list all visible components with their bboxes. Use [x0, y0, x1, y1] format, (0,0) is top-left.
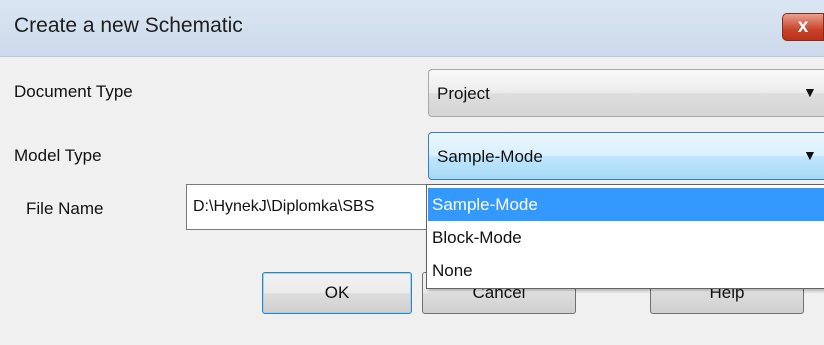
close-button[interactable]: x [782, 13, 824, 41]
option-sample-mode[interactable]: Sample-Mode [428, 188, 824, 221]
close-icon: x [797, 16, 809, 37]
model-type-value: Sample-Mode [437, 147, 543, 166]
file-name-input[interactable] [186, 184, 430, 230]
document-type-select[interactable]: Project ▼ [428, 69, 824, 117]
dialog-title: Create a new Schematic [14, 14, 243, 37]
model-type-select[interactable]: Sample-Mode ▼ [428, 132, 824, 180]
file-name-label: File Name [26, 199, 104, 218]
option-block-mode[interactable]: Block-Mode [428, 221, 824, 254]
ok-button[interactable]: OK [262, 272, 412, 314]
chevron-down-icon: ▼ [803, 84, 817, 100]
document-type-value: Project [437, 84, 490, 103]
document-type-label: Document Type [14, 82, 133, 101]
model-type-dropdown-list: Sample-Mode Block-Mode None [426, 184, 824, 289]
title-bar: Create a new Schematic x [0, 0, 824, 57]
option-none[interactable]: None [428, 254, 824, 287]
ok-button-label: OK [324, 283, 350, 302]
model-type-label: Model Type [14, 146, 102, 165]
chevron-down-icon: ▼ [803, 147, 817, 163]
